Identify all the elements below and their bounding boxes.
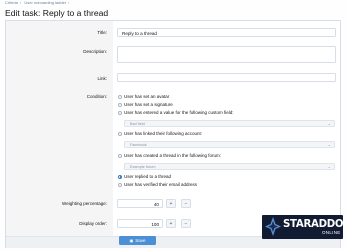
save-button[interactable]: ▣ Save — [119, 236, 156, 245]
weighting-decrement-button[interactable]: − — [181, 199, 191, 208]
page-title: Edit task: Reply to a thread — [5, 8, 109, 18]
brand-logo: STARADDONS ONLINE — [262, 215, 343, 239]
radio-icon[interactable] — [118, 94, 122, 99]
save-icon: ▣ — [129, 238, 134, 243]
condition-signature[interactable]: User has set a signature — [118, 102, 173, 107]
radio-icon[interactable] — [118, 182, 122, 187]
radio-checked-icon[interactable] — [118, 174, 122, 179]
condition-verified-email[interactable]: User has verified their email address — [118, 182, 197, 187]
radio-icon[interactable] — [118, 153, 122, 158]
account-select[interactable]: Facebook ⌄ — [124, 141, 335, 148]
display-order-decrement-button[interactable]: − — [181, 219, 191, 228]
radio-icon[interactable] — [118, 102, 122, 107]
weighting-label: Weighting percentage: — [62, 201, 107, 206]
description-label: Description: — [83, 49, 107, 54]
brand-name: STARADDONS — [283, 219, 343, 230]
title-label: Title: — [97, 30, 107, 35]
chevron-down-icon: ⌄ — [327, 164, 331, 169]
display-order-input[interactable]: 100 — [117, 219, 163, 228]
star-logo-icon — [265, 217, 281, 236]
breadcrumb-item[interactable]: User onboarding ladder — [24, 0, 66, 5]
condition-label: Condition: — [86, 94, 107, 99]
chevron-down-icon: ⌄ — [327, 142, 331, 147]
display-order-label: Display order: — [79, 221, 107, 226]
custom-field-select[interactable]: Bad field ⌄ — [124, 120, 335, 127]
brand-subtitle: ONLINE — [322, 230, 341, 235]
condition-avatar[interactable]: User has set an avatar — [118, 94, 169, 99]
radio-icon[interactable] — [118, 131, 122, 136]
chevron-down-icon: ⌄ — [327, 121, 331, 126]
breadcrumb: Criteria › User onboarding ladder › — [5, 0, 70, 5]
condition-custom-field[interactable]: User has entered a value for the followi… — [118, 110, 234, 115]
title-input[interactable]: Reply to a thread — [117, 28, 336, 37]
condition-linked-account[interactable]: User has linked their following account: — [118, 131, 202, 136]
weighting-input[interactable]: 40 — [117, 199, 163, 208]
link-label: Link: — [97, 76, 107, 81]
title-input-value: Reply to a thread — [122, 31, 157, 36]
description-textarea[interactable] — [117, 46, 336, 63]
link-input[interactable] — [117, 73, 336, 82]
condition-created-thread[interactable]: User has created a thread in the followi… — [118, 153, 221, 158]
radio-icon[interactable] — [118, 110, 122, 115]
condition-replied-thread[interactable]: User replied to a thread — [118, 174, 171, 179]
display-order-increment-button[interactable]: + — [166, 219, 176, 228]
forum-select[interactable]: Example forum ⌄ — [124, 163, 335, 170]
breadcrumb-item[interactable]: Criteria — [5, 0, 18, 5]
weighting-increment-button[interactable]: + — [166, 199, 176, 208]
